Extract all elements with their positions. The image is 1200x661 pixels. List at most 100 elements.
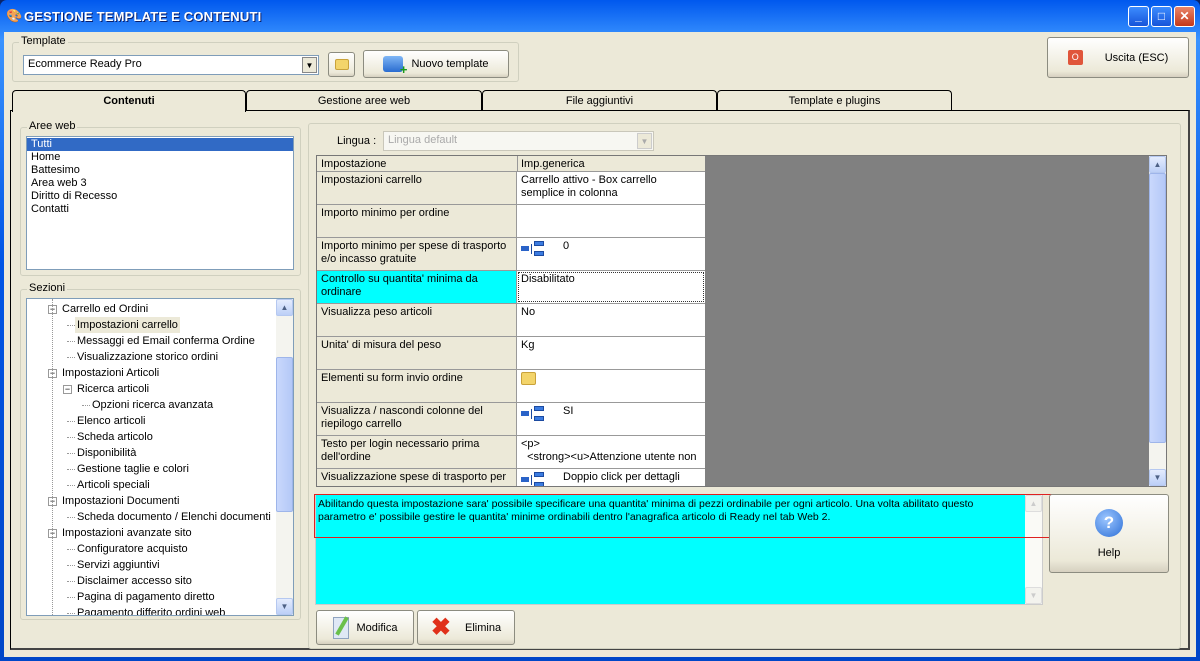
close-button[interactable]: ✕ <box>1174 6 1195 27</box>
open-folder-button[interactable] <box>328 52 355 77</box>
new-template-icon: + <box>383 56 407 76</box>
tree-item-label: Scheda documento / Elenchi documenti <box>77 511 271 523</box>
sezioni-tree[interactable]: ▲ ▼ Carrello ed Ordini − Impostazioni carr… <box>26 298 294 616</box>
tree-item[interactable]: Disclaimer accesso sito <box>77 573 192 589</box>
grid-row[interactable]: Impostazioni carrello Carrello attivo - B… <box>317 172 705 205</box>
scroll-up-icon[interactable]: ▲ <box>1149 156 1166 173</box>
setting-value[interactable]: Doppio click per dettagli <box>517 469 705 486</box>
aree-web-item[interactable]: Tutti <box>27 138 293 151</box>
tab-file-aggiuntivi[interactable]: File aggiuntivi <box>482 90 717 111</box>
setting-value[interactable] <box>517 205 705 237</box>
column-header-impostazione[interactable]: Impostazione <box>321 158 386 170</box>
tree-item-label: Messaggi ed Email conferma Ordine <box>77 335 255 347</box>
tree-item[interactable]: Scheda articolo <box>77 429 153 445</box>
tree-item[interactable]: Servizi aggiuntivi <box>77 557 160 573</box>
chevron-down-icon[interactable]: ▼ <box>302 57 317 73</box>
settings-grid[interactable]: Impostazione Imp.generica Impostazioni c… <box>316 155 1167 487</box>
aree-web-item[interactable]: Battesimo <box>27 164 293 177</box>
setting-value[interactable]: 0 <box>517 238 705 270</box>
tree-item[interactable]: Messaggi ed Email conferma Ordine <box>77 333 255 349</box>
setting-value[interactable]: Kg <box>517 337 705 369</box>
grid-row[interactable]: Testo per login necessario prima dell'or… <box>317 436 705 469</box>
scroll-thumb[interactable] <box>1149 173 1166 443</box>
tree-item-label: Impostazioni Articoli <box>62 367 160 379</box>
tree-item-label: Carrello ed Ordini <box>62 303 149 315</box>
tree-line <box>67 485 75 486</box>
aree-web-label: Aree web <box>27 120 78 132</box>
tree-icon <box>521 471 545 486</box>
grid-row[interactable]: Visualizzazione spese di trasporto per Do… <box>317 469 705 486</box>
new-template-button[interactable]: + Nuovo template <box>363 50 509 78</box>
app-icon: 🎨 <box>6 8 23 23</box>
tree-item[interactable]: Carrello ed Ordini <box>62 301 148 317</box>
elimina-button[interactable]: ✖ Elimina <box>417 610 515 645</box>
grid-scrollbar[interactable]: ▲ ▼ <box>1149 156 1166 486</box>
grid-row[interactable]: Visualizza / nascondi colonne del riepil… <box>317 403 705 436</box>
tree-item[interactable]: Pagina di pagamento diretto <box>77 589 215 605</box>
setting-value-text: Carrello attivo - Box carrello semplice … <box>521 174 660 199</box>
lingua-select[interactable]: Lingua default ▼ <box>383 131 654 151</box>
chevron-down-icon[interactable]: ▼ <box>637 133 652 149</box>
exit-button[interactable]: O Uscita (ESC) <box>1047 37 1189 78</box>
tree-item[interactable]: Pagamento differito ordini web <box>77 605 226 616</box>
maximize-button[interactable]: □ <box>1151 6 1172 27</box>
setting-value[interactable]: No <box>517 304 705 336</box>
setting-value[interactable]: SI <box>517 403 705 435</box>
setting-value-text: No <box>521 306 536 318</box>
tree-item[interactable]: Impostazioni Articoli <box>62 365 159 381</box>
grid-header: Impostazione Imp.generica <box>317 156 705 172</box>
minimize-button[interactable]: _ <box>1128 6 1149 27</box>
grid-row[interactable]: Visualizza peso articoli No <box>317 304 705 337</box>
scroll-thumb[interactable] <box>276 357 293 512</box>
tree-item[interactable]: Visualizzazione storico ordini <box>77 349 218 365</box>
help-button[interactable]: ? Help <box>1049 494 1169 573</box>
tree-item-label: Pagamento differito ordini web <box>77 607 226 616</box>
sezioni-scrollbar[interactable]: ▲ ▼ <box>276 299 293 615</box>
lingua-label: Lingua : <box>337 135 377 147</box>
tree-item-label: Impostazioni Documenti <box>62 495 180 507</box>
modifica-button[interactable]: Modifica <box>316 610 414 645</box>
column-header-imp-generica[interactable]: Imp.generica <box>521 158 585 170</box>
tree-item[interactable]: Gestione taglie e colori <box>77 461 189 477</box>
tab-template-plugins[interactable]: Template e plugins <box>717 90 952 111</box>
aree-web-item[interactable]: Contatti <box>27 203 293 216</box>
setting-value[interactable]: Disabilitato <box>517 271 705 303</box>
tab-gestione-aree-web[interactable]: Gestione aree web <box>246 90 482 111</box>
tree-item[interactable]: Ricerca articoli <box>77 381 149 397</box>
template-select[interactable]: Ecommerce Ready Pro ▼ <box>23 55 319 75</box>
scroll-down-icon[interactable]: ▼ <box>276 598 293 615</box>
scroll-up-icon[interactable]: ▲ <box>276 299 293 316</box>
aree-web-list[interactable]: Tutti Home Battesimo Area web 3 Diritto di R… <box>26 136 294 270</box>
tree-item[interactable]: Opzioni ricerca avanzata <box>92 397 213 413</box>
tree-item[interactable]: Impostazioni Documenti <box>62 493 179 509</box>
setting-value-text: SI <box>563 405 574 417</box>
grid-row[interactable]: Unita' di misura del peso Kg <box>317 337 705 370</box>
tree-item[interactable]: Configuratore acquisto <box>77 541 188 557</box>
aree-web-item[interactable]: Home <box>27 151 293 164</box>
collapse-icon[interactable]: − <box>63 385 72 394</box>
title-bar[interactable]: 🎨 GESTIONE TEMPLATE E CONTENUTI _ □ ✕ <box>0 0 1200 32</box>
tree-item[interactable]: Articoli speciali <box>77 477 150 493</box>
tree-item[interactable]: Elenco articoli <box>77 413 145 429</box>
grid-row[interactable]: Importo minimo per spese di trasporto e/… <box>317 238 705 271</box>
setting-value[interactable]: Carrello attivo - Box carrello semplice … <box>517 172 705 204</box>
tree-item[interactable]: Impostazioni carrello <box>75 317 180 333</box>
aree-web-item[interactable]: Diritto di Recesso <box>27 190 293 203</box>
tree-item-label: Servizi aggiuntivi <box>77 559 160 571</box>
tree-item[interactable]: Scheda documento / Elenchi documenti <box>77 509 271 525</box>
setting-value[interactable] <box>517 370 705 402</box>
grid-row[interactable]: Controllo su quantita' minima da ordinar… <box>317 271 705 304</box>
scroll-down-icon[interactable]: ▼ <box>1025 587 1042 604</box>
tree-item[interactable]: Disponibilità <box>77 445 136 461</box>
setting-value-text: Doppio click per dettagli <box>563 471 680 483</box>
grid-row[interactable]: Elementi su form invio ordine <box>317 370 705 403</box>
tab-contenuti[interactable]: Contenuti <box>12 90 246 112</box>
tree-line <box>82 405 90 406</box>
setting-value[interactable]: <p> <strong><u>Attenzione utente non <box>517 436 705 468</box>
setting-name: Visualizza / nascondi colonne del riepil… <box>317 403 517 435</box>
aree-web-item[interactable]: Area web 3 <box>27 177 293 190</box>
tree-item[interactable]: Impostazioni avanzate sito <box>62 525 192 541</box>
scroll-down-icon[interactable]: ▼ <box>1149 469 1166 486</box>
grid-row[interactable]: Importo minimo per ordine <box>317 205 705 238</box>
tree-line <box>67 597 75 598</box>
